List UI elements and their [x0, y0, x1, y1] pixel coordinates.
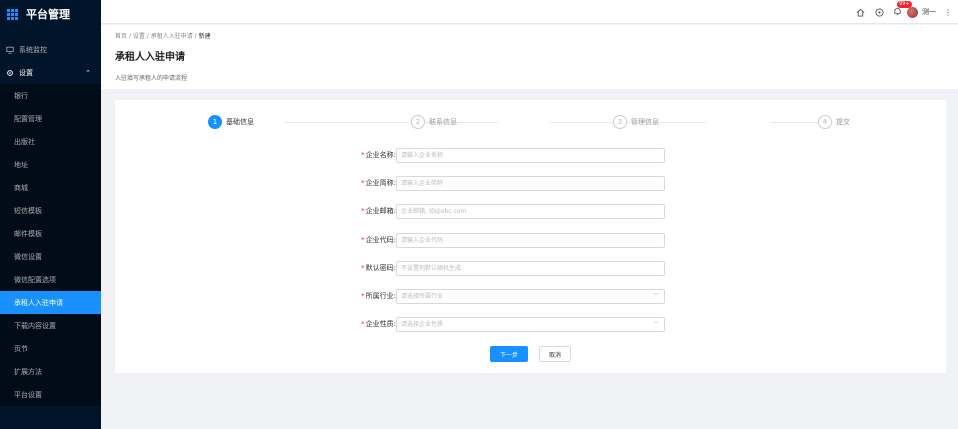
- field-label: *默认密码:: [361, 264, 396, 272]
- app-title: 平台管理: [26, 8, 70, 21]
- sidebar-subitem-email-template[interactable]: 邮件模板: [0, 222, 101, 245]
- sidebar-subitem-sms-template[interactable]: 短信模板: [0, 199, 101, 222]
- username[interactable]: 测一: [922, 7, 936, 17]
- avatar[interactable]: [907, 6, 918, 18]
- form-actions: 下一步 取消: [490, 346, 571, 362]
- form-row: *企业简称: 请输入企业简称: [115, 176, 946, 191]
- form-row: *企业邮箱: 企业邮箱, 如@abc.com: [115, 204, 946, 219]
- page-title: 承租人入驻申请: [115, 52, 185, 63]
- page-description: 入驻填写承租人的申请流程: [115, 75, 188, 82]
- company-name-input[interactable]: 请输入企业名称: [396, 148, 665, 163]
- sidebar-subitem-extension[interactable]: 扩展方法: [0, 360, 101, 383]
- field-label: *所属行业:: [361, 292, 396, 300]
- sidebar-subitem-address[interactable]: 地址: [0, 153, 101, 176]
- form-row: *企业名称: 请输入企业名称: [115, 148, 946, 163]
- sidebar-subitem-section[interactable]: 页节: [0, 337, 101, 360]
- industry-select[interactable]: 请选择所属行业 ﹀: [396, 289, 665, 304]
- notification-bell[interactable]: 99+: [893, 1, 912, 17]
- breadcrumb-item[interactable]: 设置: [133, 33, 145, 40]
- field-label: *企业邮箱:: [361, 207, 396, 215]
- form-card: 1 基础信息 2 联系信息 3 管理信息 4 提交 *企业名称: 请输入企业名称…: [115, 100, 946, 373]
- help-icon[interactable]: [874, 7, 884, 17]
- step-number: 1: [208, 115, 222, 129]
- monitor-icon: [6, 46, 14, 54]
- form-row: *所属行业: 请选择所属行业 ﹀: [115, 289, 946, 304]
- step-basic-info: 1 基础信息: [208, 114, 254, 130]
- field-label: *企业名称:: [361, 151, 396, 159]
- sidebar-subitem-config[interactable]: 配置管理: [0, 107, 101, 130]
- company-short-name-input[interactable]: 请输入企业简称: [396, 176, 665, 191]
- step-label: 管理信息: [631, 118, 659, 126]
- cancel-button[interactable]: 取消: [539, 346, 571, 362]
- chevron-down-icon: ﹀: [652, 321, 659, 328]
- step-management-info: 3 管理信息: [613, 114, 659, 130]
- notification-badge: 99+: [897, 1, 912, 8]
- field-label: *企业性质:: [361, 320, 396, 328]
- sidebar-item-label: 设置: [19, 68, 33, 77]
- sidebar-item-settings[interactable]: 设置 ⌃: [0, 61, 101, 84]
- sidebar-subitem-download-settings[interactable]: 下载内容设置: [0, 314, 101, 337]
- step-number: 2: [411, 115, 425, 129]
- step-number: 3: [613, 115, 627, 129]
- breadcrumb-item[interactable]: 首页: [115, 33, 127, 40]
- gear-icon: [7, 69, 13, 76]
- breadcrumb: 首页 / 设置 / 承租人入驻申请 / 新建: [115, 33, 211, 40]
- header-actions: 99+ 测一 ⋮: [846, 0, 952, 24]
- app-logo[interactable]: 平台管理: [0, 0, 101, 28]
- sidebar-item-label: 系统监控: [19, 45, 47, 54]
- sidebar-subitem-publisher[interactable]: 出版社: [0, 130, 101, 153]
- step-contact-info: 2 联系信息: [411, 114, 457, 130]
- form-row: *默认密码: 不设置则默认随机生成: [115, 261, 946, 276]
- chevron-down-icon: ﹀: [652, 293, 659, 300]
- step-label: 联系信息: [429, 118, 457, 126]
- form-row: *企业性质: 请选择企业性质 ﹀: [115, 317, 946, 332]
- next-button[interactable]: 下一步: [490, 346, 528, 362]
- step-number: 4: [818, 115, 832, 129]
- sidebar-subitem-wechat-options[interactable]: 微信配置选项: [0, 268, 101, 291]
- grid-icon: [7, 8, 18, 20]
- step-divider: [284, 122, 498, 123]
- form-row: *企业代码: 请输入企业代码: [115, 233, 946, 248]
- step-label: 基础信息: [226, 118, 254, 126]
- select-placeholder: 请选择企业性质: [401, 321, 444, 328]
- select-placeholder: 请选择所属行业: [401, 293, 444, 300]
- breadcrumb-current: 新建: [198, 33, 211, 40]
- default-password-input[interactable]: 不设置则默认随机生成: [396, 261, 665, 276]
- company-email-input[interactable]: 企业邮箱, 如@abc.com: [396, 204, 665, 219]
- field-label: *企业代码:: [361, 236, 396, 244]
- sidebar-subitem-tenant-application[interactable]: 承租人入驻申请: [0, 291, 101, 314]
- settings-submenu: 银行 配置管理 出版社 地址 商城 短信模板 邮件模板 微信设置 微信配置选项 …: [0, 84, 101, 406]
- home-icon[interactable]: [855, 7, 865, 17]
- page-header: 首页 / 设置 / 承租人入驻申请 / 新建 承租人入驻申请 入驻填写承租人的申…: [101, 25, 958, 89]
- steps: 1 基础信息 2 联系信息 3 管理信息 4 提交: [208, 114, 858, 130]
- bell-icon: [894, 7, 901, 16]
- company-code-input[interactable]: 请输入企业代码: [396, 233, 665, 248]
- top-header: 99+ 测一 ⋮: [101, 0, 958, 24]
- step-divider: [770, 122, 820, 123]
- step-submit: 4 提交: [818, 114, 850, 130]
- field-label: *企业简称:: [361, 179, 396, 187]
- sidebar-subitem-mall[interactable]: 商城: [0, 176, 101, 199]
- step-label: 提交: [836, 118, 850, 126]
- breadcrumb-item[interactable]: 承租人入驻申请: [151, 33, 193, 40]
- sidebar-subitem-wechat-settings[interactable]: 微信设置: [0, 245, 101, 268]
- chevron-up-icon: ⌃: [85, 68, 91, 77]
- sidebar-subitem-bank[interactable]: 银行: [0, 84, 101, 107]
- more-vertical-icon[interactable]: ⋮: [944, 8, 952, 17]
- sidebar-item-monitor[interactable]: 系统监控: [0, 38, 101, 61]
- sidebar-subitem-platform-settings[interactable]: 平台设置: [0, 383, 101, 406]
- company-nature-select[interactable]: 请选择企业性质 ﹀: [396, 317, 665, 332]
- sidebar: 平台管理 系统监控 设置 ⌃ 银行 配置管理 出版社 地址 商城 短信模板 邮件…: [0, 0, 101, 429]
